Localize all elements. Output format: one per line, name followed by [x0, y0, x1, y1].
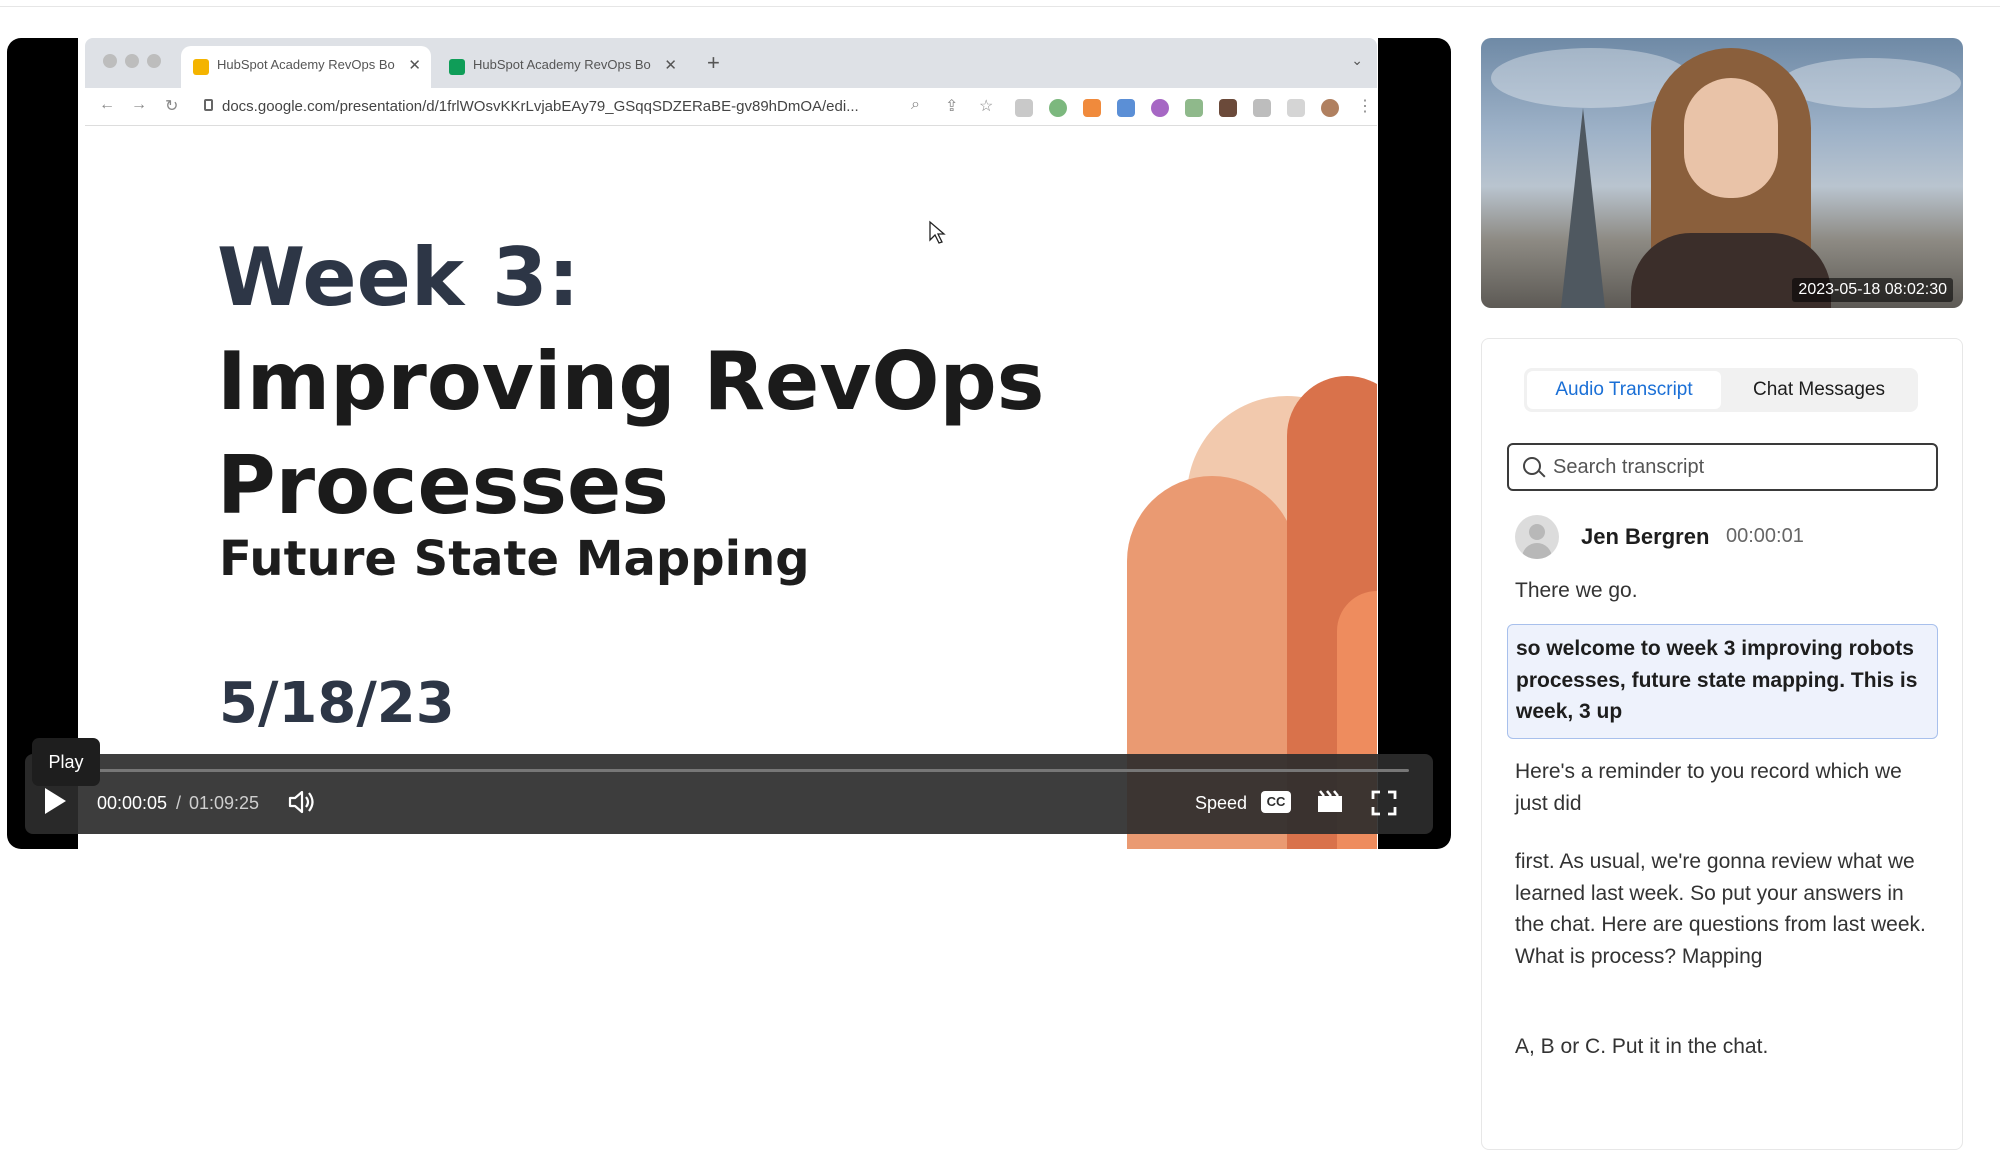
- volume-icon[interactable]: [287, 788, 317, 816]
- zoom-icon: ⌕: [911, 96, 920, 113]
- browser-toolbar: ← → ↻ docs.google.com/presentation/d/1fr…: [85, 88, 1377, 126]
- eiffel-tower: [1561, 108, 1605, 308]
- tab-close-icon: ✕: [408, 57, 421, 74]
- time-separator: /: [176, 793, 182, 813]
- kebab-menu-icon: ⋮: [1357, 98, 1373, 115]
- window-zoom-dot: [147, 54, 161, 68]
- extension-icon: [1083, 99, 1101, 117]
- fullscreen-icon[interactable]: [1371, 790, 1397, 816]
- address-bar-url: docs.google.com/presentation/d/1frlWOsvK…: [222, 98, 859, 115]
- progress-bar[interactable]: [49, 769, 1409, 772]
- browser-tab-2: HubSpot Academy RevOps Bo ✕: [437, 46, 687, 88]
- transcript-line[interactable]: first. As usual, we're gonna review what…: [1515, 846, 1935, 972]
- panel-tabs: Audio Transcript Chat Messages: [1524, 368, 1918, 412]
- transcript-search: [1507, 443, 1938, 491]
- shared-screen: HubSpot Academy RevOps Bo ✕ HubSpot Acad…: [78, 38, 1378, 849]
- tab-audio-transcript[interactable]: Audio Transcript: [1527, 371, 1721, 409]
- top-divider: [0, 6, 2000, 7]
- total-time: 01:09:25: [189, 793, 260, 813]
- background-cloud: [1781, 58, 1961, 108]
- slide-title: Week 3: Improving RevOps Processes: [217, 226, 1044, 538]
- new-tab-icon: +: [707, 50, 720, 75]
- transcript-panel: Audio Transcript Chat Messages Jen Bergr…: [1481, 338, 1963, 1150]
- transcript-line-active[interactable]: so welcome to week 3 improving robots pr…: [1507, 624, 1938, 739]
- speaker-name: Jen Bergren: [1581, 524, 1710, 549]
- presenter-face: [1684, 78, 1778, 198]
- browser-tab-2-title: HubSpot Academy RevOps Bo: [473, 57, 651, 72]
- browser-tab-1-title: HubSpot Academy RevOps Bo: [217, 57, 395, 72]
- sidepanel-icon: [1287, 99, 1305, 117]
- address-bar: docs.google.com/presentation/d/1frlWOsvK…: [200, 94, 990, 120]
- theater-mode-icon[interactable]: [1317, 790, 1343, 814]
- browser-tab-1: HubSpot Academy RevOps Bo ✕: [181, 46, 431, 88]
- puzzle-icon: [1253, 99, 1271, 117]
- search-icon: [1523, 457, 1541, 475]
- share-icon: ⇪: [945, 98, 959, 115]
- slide-title-line-2: Improving RevOps: [217, 335, 1045, 428]
- back-arrow-icon: ←: [99, 96, 115, 113]
- play-tooltip: Play: [32, 738, 100, 786]
- presentation-slide: Week 3: Improving RevOps Processes Futur…: [87, 126, 1377, 849]
- webcam-timestamp: 2023-05-18 08:02:30: [1792, 278, 1953, 302]
- window-close-dot: [103, 54, 117, 68]
- closed-captions-button[interactable]: CC: [1261, 791, 1291, 813]
- slide-title-line-1: Week 3:: [217, 231, 580, 324]
- slide-subtitle: Future State Mapping: [219, 531, 810, 587]
- extension-icon: [1185, 99, 1203, 117]
- speaker-avatar: [1515, 515, 1559, 559]
- extension-icon: [1117, 99, 1135, 117]
- play-button[interactable]: [45, 788, 66, 814]
- sheets-icon: [449, 59, 465, 75]
- speaker-timestamp[interactable]: 00:00:01: [1726, 525, 1804, 548]
- tab-menu-chevron-icon: ⌄: [1351, 52, 1363, 68]
- bookmark-star-icon: ☆: [979, 98, 994, 115]
- current-time: 00:00:05: [97, 793, 168, 813]
- tab-close-icon: ✕: [664, 57, 677, 74]
- lock-icon: [204, 99, 213, 111]
- video-player[interactable]: HubSpot Academy RevOps Bo ✕ HubSpot Acad…: [7, 38, 1451, 849]
- mouse-cursor-icon: [929, 220, 946, 244]
- forward-arrow-icon: →: [131, 96, 147, 113]
- slide-date: 5/18/23: [219, 671, 455, 736]
- webcam-video: 2023-05-18 08:02:30: [1481, 38, 1963, 308]
- browser-tab-strip: HubSpot Academy RevOps Bo ✕ HubSpot Acad…: [85, 38, 1377, 88]
- speed-button[interactable]: Speed: [1195, 793, 1247, 814]
- reload-icon: ↻: [165, 98, 179, 115]
- extension-icon: [1015, 99, 1033, 117]
- tab-chat-messages[interactable]: Chat Messages: [1723, 371, 1915, 409]
- transcript-line[interactable]: Here's a reminder to you record which we…: [1515, 756, 1935, 819]
- search-input[interactable]: [1553, 453, 1923, 481]
- transcript-line[interactable]: There we go.: [1515, 575, 1935, 607]
- player-controls: 00:00:05 / 01:09:25 Speed CC: [25, 754, 1433, 834]
- transcript-line[interactable]: A, B or C. Put it in the chat.: [1515, 1031, 1935, 1063]
- extension-icon: [1049, 99, 1067, 117]
- window-minimize-dot: [125, 54, 139, 68]
- slides-icon: [193, 59, 209, 75]
- profile-avatar: [1321, 99, 1339, 117]
- extension-icon: [1151, 99, 1169, 117]
- extension-icon: [1219, 99, 1237, 117]
- slide-title-line-3: Processes: [217, 439, 669, 532]
